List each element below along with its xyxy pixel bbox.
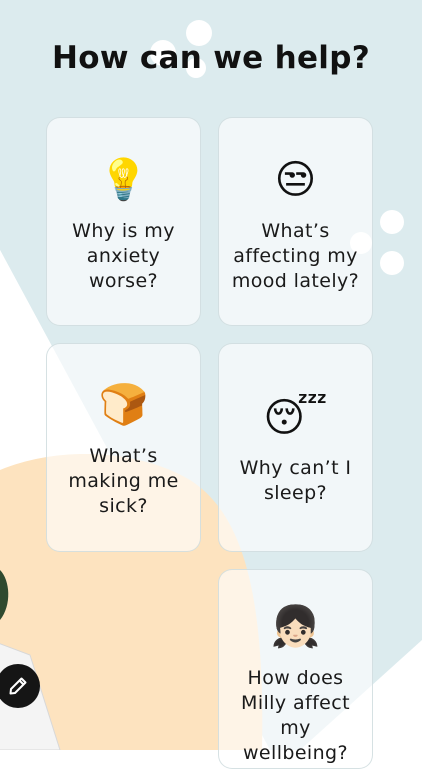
question-card-sleep[interactable]: 😴 Why can’t I sleep? — [218, 343, 373, 552]
question-card-anxiety[interactable]: 💡 Why is my anxiety worse? — [46, 117, 201, 326]
unamused-face-icon: 😒 — [274, 157, 317, 203]
card-label: Why is my anxiety worse? — [72, 220, 175, 292]
card-label: Why can’t I sleep? — [239, 457, 352, 504]
question-card-mood[interactable]: 😒 What’s affecting my mood lately? — [218, 117, 373, 326]
light-bulb-icon: 💡 — [98, 157, 149, 203]
question-card-milly[interactable]: 👧🏻 How does Milly affect my wellbeing? — [218, 569, 373, 769]
bubble-decoration — [380, 210, 404, 234]
page-title: How can we help? — [52, 40, 370, 76]
bubble-decoration — [380, 251, 404, 275]
girl-icon: 👧🏻 — [270, 604, 321, 650]
card-label: What’s making me sick? — [68, 445, 179, 517]
question-card-sick[interactable]: 🍞 What’s making me sick? — [46, 343, 201, 552]
pencil-icon — [7, 675, 29, 697]
card-label: What’s affecting my mood lately? — [231, 220, 360, 292]
bread-icon: 🍞 — [98, 382, 149, 428]
card-label: How does Milly affect my wellbeing? — [241, 667, 350, 764]
sleeping-face-icon: 😴 — [263, 395, 328, 441]
